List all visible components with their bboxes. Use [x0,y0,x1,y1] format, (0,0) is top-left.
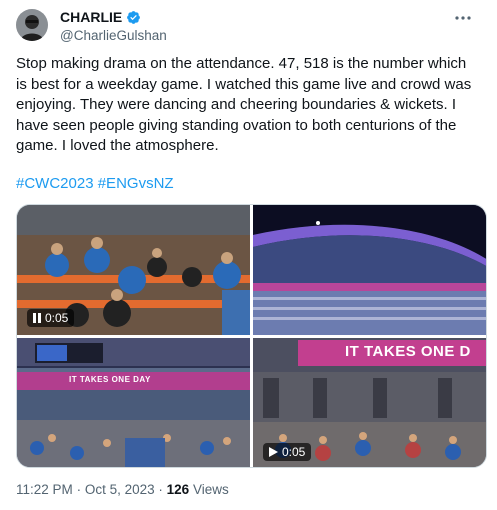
tweet-date[interactable]: Oct 5, 2023 [85,482,155,497]
pause-icon [33,313,41,323]
tweet: CHARLIE @CharlieGulshan Stop making dram… [0,0,497,510]
banner-text-top-right: IT TAKES ONE D [345,343,471,360]
tweet-meta: 11:22 PM · Oct 5, 2023 · 126 Views [16,482,229,497]
more-dots-icon [455,16,471,20]
media-image-1[interactable] [253,205,486,335]
video-timestamp: 0:05 [45,311,69,325]
hashtags: #CWC2023 #ENGvsNZ [16,175,174,192]
video-timestamp: 0:05 [282,445,306,459]
media-image-2[interactable]: IT TAKES ONE DAY [17,338,250,467]
media-video-1[interactable]: 0:05 [17,205,250,335]
handle[interactable]: @CharlieGulshan [60,28,167,43]
video-badge: 0:05 [27,309,75,327]
hashtag-cwc2023[interactable]: #CWC2023 [16,175,94,192]
views-label: Views [192,482,229,497]
media-grid: 0:05 IT TAKES ONE DAY IT TAKES ONE D 0:0… [16,204,487,468]
meta-separator: · [158,482,163,497]
display-name[interactable]: CHARLIE [60,9,122,25]
meta-separator: · [76,482,82,497]
views-count: 126 [166,482,190,497]
verified-badge-icon [126,10,141,25]
avatar[interactable] [16,9,48,41]
banner-text-bottom-left: IT TAKES ONE DAY [69,375,151,384]
video-badge: 0:05 [263,443,312,461]
tweet-time[interactable]: 11:22 PM [16,482,73,497]
tweet-text: Stop making drama on the attendance. 47,… [16,55,472,154]
media-video-2[interactable]: IT TAKES ONE D 0:05 [253,338,486,467]
hashtag-engvsnz[interactable]: #ENGvsNZ [98,175,174,192]
more-options-button[interactable] [451,8,475,28]
author-name-row[interactable]: CHARLIE [60,9,141,25]
play-icon [269,447,278,457]
